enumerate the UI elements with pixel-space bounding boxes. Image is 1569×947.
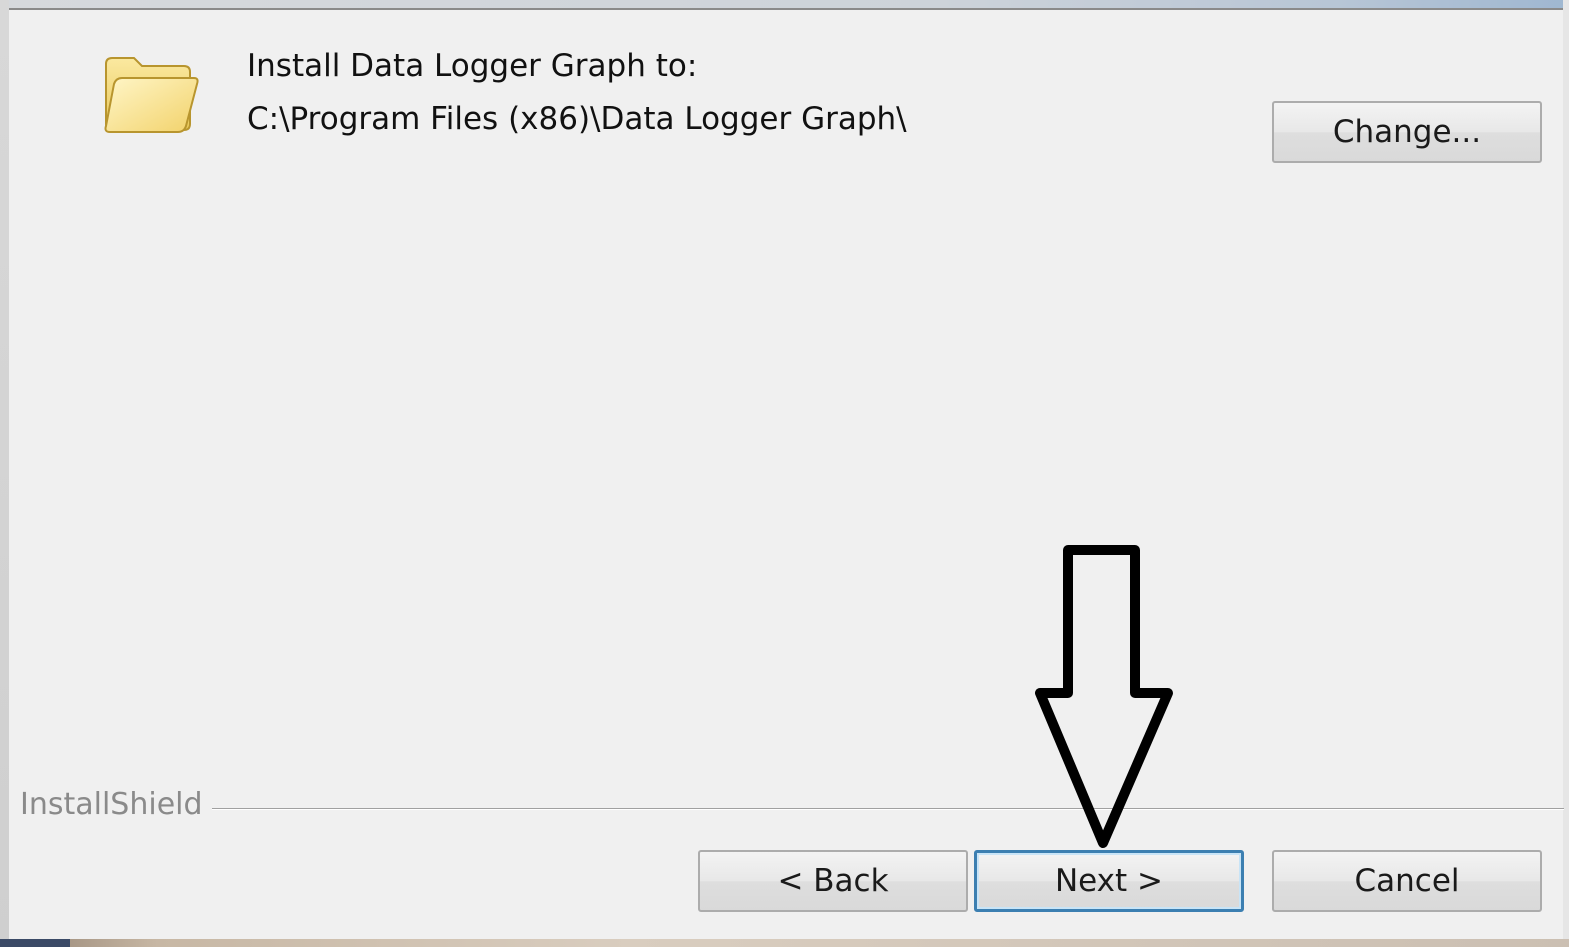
arrow-down-annotation [1035,545,1173,848]
right-border [1563,0,1569,947]
top-border [0,8,1569,10]
left-border [0,0,9,947]
cancel-button[interactable]: Cancel [1272,850,1542,912]
installshield-label: InstallShield [20,787,203,822]
folder-icon [104,57,199,133]
change-button[interactable]: Change... [1272,101,1542,163]
install-path: C:\Program Files (x86)\Data Logger Graph… [247,101,907,137]
back-button[interactable]: < Back [698,850,968,912]
bottom-border [0,939,1569,947]
install-destination-label: Install Data Logger Graph to: [247,48,698,84]
footer-separator [212,808,1564,810]
installer-dialog: Install Data Logger Graph to: C:\Program… [0,0,1569,947]
next-button[interactable]: Next > [974,850,1244,912]
